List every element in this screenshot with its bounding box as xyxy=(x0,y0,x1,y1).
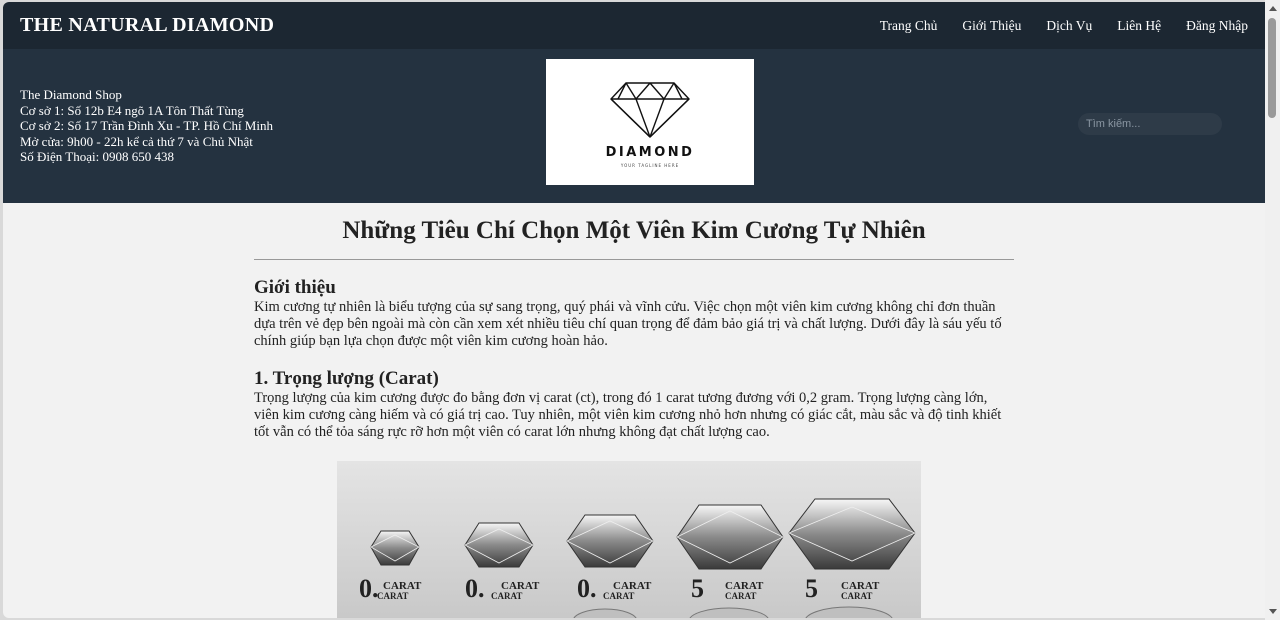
diamond-1 xyxy=(370,530,420,566)
diamond-row-2 xyxy=(573,606,893,618)
article: Những Tiêu Chí Chọn Một Viên Kim Cương T… xyxy=(254,203,1014,618)
nav-contact[interactable]: Liên Hệ xyxy=(1117,18,1161,34)
carat-comparison-image: 0. CARAT CARAT 0. CARAT CARAT 0. CARAT C… xyxy=(337,461,921,618)
nav-services[interactable]: Dịch Vụ xyxy=(1046,18,1092,34)
site-brand[interactable]: THE NATURAL DIAMOND xyxy=(20,14,274,37)
shop-branch-1: Cơ sở 1: Số 12b E4 ngõ 1A Tôn Thất Tùng xyxy=(20,102,244,118)
diamonds-image: 0. CARAT CARAT 0. CARAT CARAT 0. CARAT C… xyxy=(359,498,917,618)
shop-info: The Diamond Shop Cơ sở 1: Số 12b E4 ngõ … xyxy=(20,87,273,165)
vertical-scrollbar[interactable] xyxy=(1265,0,1280,620)
top-navbar: THE NATURAL DIAMOND Trang Chủ Giới Thiệu… xyxy=(3,2,1265,49)
main-nav: Trang Chủ Giới Thiệu Dịch Vụ Liên Hệ Đăn… xyxy=(855,18,1248,34)
scroll-down-arrow-icon[interactable] xyxy=(1269,609,1277,614)
carat-bottom-1: CARAT xyxy=(377,591,408,601)
nav-home[interactable]: Trang Chủ xyxy=(880,18,938,34)
shop-name: The Diamond Shop xyxy=(20,87,122,102)
diamond-5 xyxy=(788,498,917,570)
diamond-2 xyxy=(464,522,534,568)
intro-text: Kim cương tự nhiên là biểu tượng của sự … xyxy=(254,299,1002,349)
diamond-icon xyxy=(610,82,690,138)
section-text-carat: Trọng lượng của kim cương được đo bằng đ… xyxy=(254,390,1002,440)
carat-num-5: 5 xyxy=(805,574,818,603)
nav-about[interactable]: Giới Thiệu xyxy=(962,18,1021,34)
carat-num-3: 0. xyxy=(577,574,597,603)
browser-page: THE NATURAL DIAMOND Trang Chủ Giới Thiệu… xyxy=(3,2,1265,618)
section-heading-carat: 1. Trọng lượng (Carat) xyxy=(254,368,439,389)
shop-hours: Mở cửa: 9h00 - 22h kể cả thứ 7 và Chủ Nh… xyxy=(20,133,253,149)
carat-bottom-4: CARAT xyxy=(725,591,756,601)
carat-bottom-3: CARAT xyxy=(603,591,634,601)
scrollbar-thumb[interactable] xyxy=(1268,18,1276,118)
scroll-up-arrow-icon[interactable] xyxy=(1269,6,1277,11)
shop-phone: Số Điện Thoại: 0908 650 438 xyxy=(20,149,174,164)
carat-num-1: 0. xyxy=(359,574,379,603)
carat-num-4: 5 xyxy=(691,574,704,603)
carat-bottom-5: CARAT xyxy=(841,591,872,601)
intro-heading: Giới thiệu xyxy=(254,277,336,298)
site-header: The Diamond Shop Cơ sở 1: Số 12b E4 ngõ … xyxy=(3,49,1265,203)
carat-bottom-2: CARAT xyxy=(491,591,522,601)
page-title: Những Tiêu Chí Chọn Một Viên Kim Cương T… xyxy=(254,203,1014,260)
logo-tagline: YOUR TAGLINE HERE xyxy=(620,163,680,168)
nav-login[interactable]: Đăng Nhập xyxy=(1186,18,1248,34)
diamond-logo[interactable]: DIAMOND YOUR TAGLINE HERE xyxy=(546,59,754,185)
diamond-4 xyxy=(676,504,784,570)
diamond-3 xyxy=(566,514,654,568)
shop-branch-2: Cơ sở 2: Số 17 Trần Đình Xu - TP. Hồ Chí… xyxy=(20,118,273,133)
logo-wordmark: DIAMOND xyxy=(605,145,695,160)
search-input[interactable] xyxy=(1078,113,1222,135)
carat-num-2: 0. xyxy=(465,574,485,603)
